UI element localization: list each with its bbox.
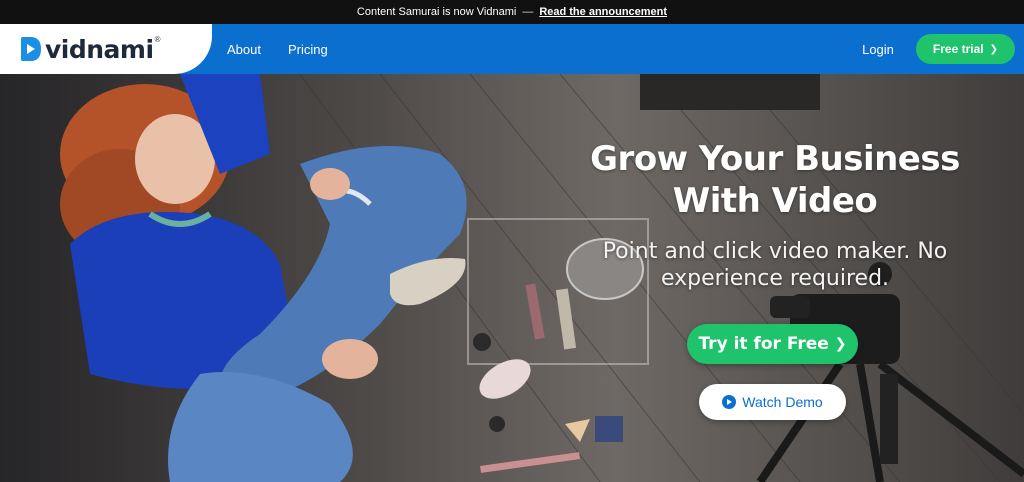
hero-copy: Grow Your Business With Video Point and … — [560, 138, 990, 292]
vidnami-logo-icon — [21, 37, 41, 61]
chevron-right-icon: ❯ — [989, 43, 998, 55]
nav-about[interactable]: About — [227, 42, 261, 57]
try-free-button[interactable]: Try it for Free ❯ — [687, 324, 858, 364]
hero-subtitle-line1: Point and click video maker. No — [602, 239, 948, 264]
main-nav: About Pricing — [227, 24, 328, 74]
login-link[interactable]: Login — [862, 42, 894, 57]
announcement-link[interactable]: Read the announcement — [539, 6, 667, 18]
logo-registered: ® — [154, 35, 161, 44]
announcement-text: Content Samurai is now Vidnami — [356, 6, 517, 18]
header-actions: Login Free trial ❯ — [862, 24, 1015, 74]
hero-title-line1: Grow Your Business — [590, 139, 960, 179]
hero-subtitle: Point and click video maker. No experien… — [560, 238, 990, 292]
announcement-bar: Content Samurai is now Vidnami — Read th… — [0, 0, 1024, 24]
logo[interactable]: vidnami ® — [0, 24, 212, 74]
play-icon — [722, 395, 737, 409]
free-trial-button[interactable]: Free trial ❯ — [915, 34, 1015, 64]
free-trial-label: Free trial — [932, 42, 984, 56]
watch-demo-button[interactable]: Watch Demo — [699, 384, 846, 420]
logo-text: vidnami — [45, 34, 154, 64]
hero-subtitle-line2: experience required. — [660, 266, 890, 291]
try-free-label: Try it for Free — [698, 334, 829, 354]
site-header: vidnami ® About Pricing Login Free trial… — [0, 24, 1024, 74]
hero-section: Grow Your Business With Video Point and … — [0, 74, 1024, 482]
watch-demo-label: Watch Demo — [742, 394, 823, 410]
nav-pricing[interactable]: Pricing — [288, 42, 328, 57]
hero-title: Grow Your Business With Video — [560, 138, 990, 222]
announcement-separator: — — [522, 6, 534, 18]
hero-title-line2: With Video — [672, 181, 878, 221]
chevron-right-icon: ❯ — [834, 336, 847, 352]
